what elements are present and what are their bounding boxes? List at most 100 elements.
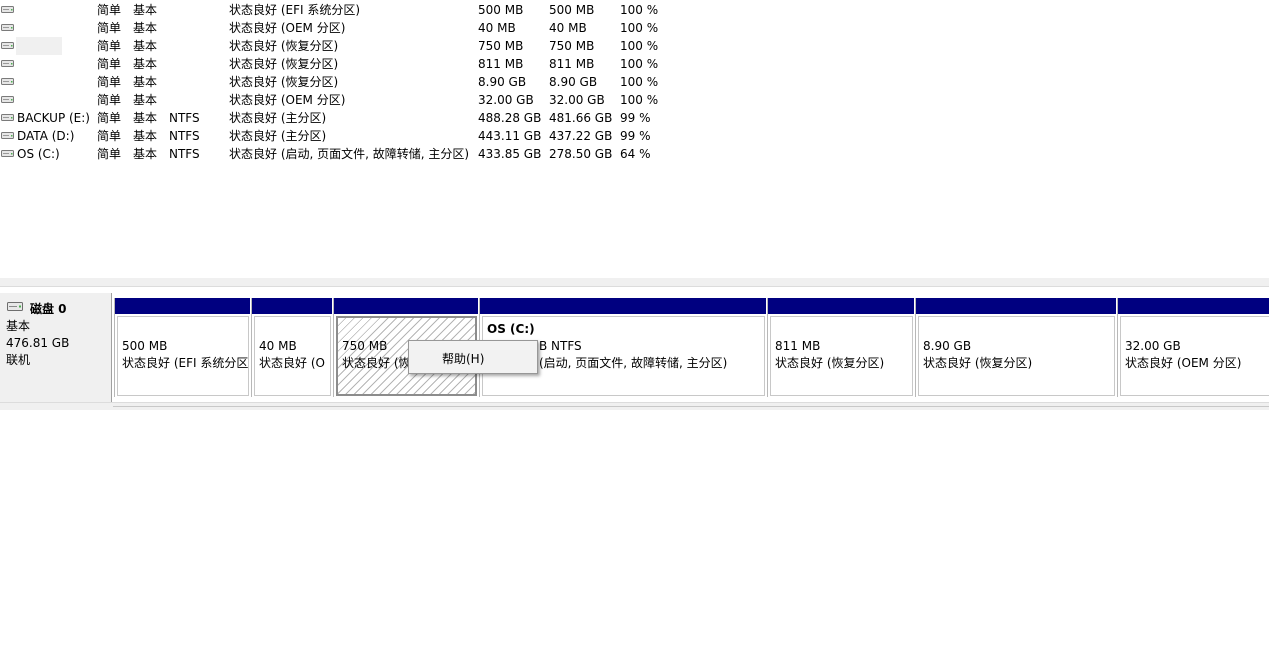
volume-type: 基本 [133,21,158,35]
volume-type: 基本 [133,75,158,89]
partition-size: 750 MB [342,339,388,353]
volume-fs: NTFS [169,111,200,125]
partition-header-bar [115,298,250,314]
volume-layout: 简单 [97,57,122,71]
partition-block[interactable]: 40 MB 状态良好 (O [251,298,332,397]
volume-fs: NTFS [169,129,200,143]
volume-free: 32.00 GB [549,93,605,107]
disk-state: 联机 [6,353,31,367]
volume-row[interactable]: 简单 基本 状态良好 (恢复分区) 8.90 GB 8.90 GB 100 % [0,73,1269,91]
partition-block[interactable]: 32.00 GB 状态良好 (OEM 分区) [1117,298,1269,397]
disk-size: 476.81 GB [6,336,70,350]
volume-free: 278.50 GB [549,147,613,161]
partition-header-bar [334,298,478,314]
partition-block[interactable]: 500 MB 状态良好 (EFI 系统分区 [114,298,250,397]
partition-size: B NTFS [539,339,582,353]
volume-type: 基本 [133,93,158,107]
partition-status: 状态良好 (恢复分区) [923,356,1033,370]
volume-pct-free: 99 % [620,111,651,125]
volume-row[interactable]: 简单 基本 状态良好 (恢复分区) 811 MB 811 MB 100 % [0,55,1269,73]
volume-layout: 简单 [97,129,122,143]
volume-pct-free: 64 % [620,147,651,161]
drive-icon [1,6,14,13]
partition-size: 32.00 GB [1125,339,1181,353]
volume-status: 状态良好 (主分区) [229,111,327,125]
menu-item-help[interactable]: 帮助(H) [442,352,484,366]
volume-row[interactable]: 简单 基本 状态良好 (EFI 系统分区) 500 MB 500 MB 100 … [0,1,1269,19]
partition-size: 500 MB [122,339,168,353]
volume-row[interactable]: 简单 基本 状态良好 (OEM 分区) 32.00 GB 32.00 GB 10… [0,91,1269,109]
volume-type: 基本 [133,3,158,17]
volume-row[interactable]: OS (C:) 简单 基本 NTFS 状态良好 (启动, 页面文件, 故障转储,… [0,145,1269,163]
scrollbar-track [113,403,1269,407]
volume-status: 状态良好 (EFI 系统分区) [229,3,361,17]
pane-splitter[interactable] [0,278,1269,287]
partition-header-bar [916,298,1116,314]
volume-pct-free: 100 % [620,3,659,17]
partition-status: 状态良好 (OEM 分区) [1125,356,1242,370]
partition-body[interactable]: 811 MB 状态良好 (恢复分区) [770,316,913,396]
volume-capacity: 8.90 GB [478,75,527,89]
volume-layout: 简单 [97,21,122,35]
partition-title: OS (C:) [487,322,535,336]
volume-row[interactable]: BACKUP (E:) 简单 基本 NTFS 状态良好 (主分区) 488.28… [0,109,1269,127]
volume-status: 状态良好 (OEM 分区) [229,93,346,107]
disk-name: 磁盘 0 [30,302,67,316]
partition-body[interactable]: 8.90 GB 状态良好 (恢复分区) [918,316,1115,396]
volume-capacity: 500 MB [478,3,524,17]
volume-status: 状态良好 (恢复分区) [229,57,339,71]
drive-icon [1,150,14,157]
volume-type: 基本 [133,129,158,143]
drive-icon [1,60,14,67]
partition-header-bar [480,298,766,314]
volume-name: DATA (D:) [17,129,75,143]
drive-icon [1,96,14,103]
volume-status: 状态良好 (OEM 分区) [229,21,346,35]
partition-header-bar [1118,298,1269,314]
volume-row[interactable]: 简单 基本 状态良好 (OEM 分区) 40 MB 40 MB 100 % [0,19,1269,37]
partition-size: 40 MB [259,339,297,353]
drive-icon [1,114,14,121]
partition-status: 状态良好 (恢复分区) [775,356,885,370]
volume-free: 500 MB [549,3,595,17]
volume-capacity: 811 MB [478,57,524,71]
volume-row[interactable]: 简单 基本 状态良好 (恢复分区) 750 MB 750 MB 100 % [0,37,1269,55]
partition-block[interactable]: 811 MB 状态良好 (恢复分区) [767,298,914,397]
volume-row[interactable]: DATA (D:) 简单 基本 NTFS 状态良好 (主分区) 443.11 G… [0,127,1269,145]
volume-pct-free: 100 % [620,21,659,35]
partition-block[interactable]: 8.90 GB 状态良好 (恢复分区) [915,298,1116,397]
volume-capacity: 488.28 GB [478,111,542,125]
row-focus-highlight [16,37,62,55]
volume-layout: 简单 [97,3,122,17]
volume-pct-free: 100 % [620,39,659,53]
volume-free: 481.66 GB [549,111,613,125]
drive-icon [1,132,14,139]
volume-capacity: 443.11 GB [478,129,542,143]
disk-type: 基本 [6,319,31,333]
volume-type: 基本 [133,57,158,71]
volume-status: 状态良好 (主分区) [229,129,327,143]
volume-free: 750 MB [549,39,595,53]
volume-layout: 简单 [97,147,122,161]
partition-status: (启动, 页面文件, 故障转储, 主分区) [539,356,728,370]
volume-pct-free: 99 % [620,129,651,143]
volume-layout: 简单 [97,75,122,89]
context-menu: 帮助(H) [408,340,538,374]
volume-free: 8.90 GB [549,75,598,89]
volume-free: 40 MB [549,21,587,35]
partition-status: 状态良好 (恢 [342,356,411,370]
disk-map-pane: 磁盘 0 基本 476.81 GB 联机 500 MB 状态良好 (EFI 系统… [0,287,1269,409]
volume-status: 状态良好 (启动, 页面文件, 故障转储, 主分区) [229,147,470,161]
volume-free: 437.22 GB [549,129,613,143]
partition-body[interactable]: 32.00 GB 状态良好 (OEM 分区) [1120,316,1269,396]
volume-capacity: 433.85 GB [478,147,542,161]
partition-body[interactable]: 500 MB 状态良好 (EFI 系统分区 [117,316,249,396]
volume-fs: NTFS [169,147,200,161]
volume-capacity: 32.00 GB [478,93,534,107]
horizontal-scrollbar[interactable] [0,402,1269,410]
volume-layout: 简单 [97,39,122,53]
disk-label-panel[interactable]: 磁盘 0 基本 476.81 GB 联机 [0,293,112,403]
partition-size: 8.90 GB [923,339,972,353]
volume-name: OS (C:) [17,147,60,161]
partition-body[interactable]: 40 MB 状态良好 (O [254,316,331,396]
